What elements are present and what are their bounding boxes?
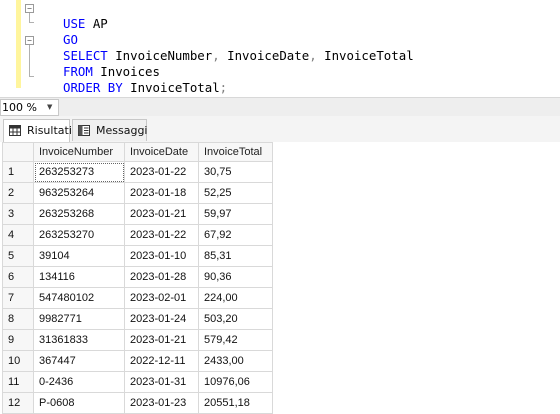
table-row: 6 134116 2023-01-28 90,36 — [2, 266, 273, 288]
tab-results[interactable]: Risultati — [3, 119, 72, 143]
table-row: 1 263253273 2023-01-22 30,75 — [2, 161, 273, 183]
results-table: InvoiceNumber InvoiceDate InvoiceTotal 1… — [2, 142, 273, 414]
cell-invoicetotal[interactable]: 2433,00 — [198, 350, 273, 372]
row-header[interactable]: 5 — [2, 245, 34, 267]
table-row: 12 P-0608 2023-01-23 20551,18 — [2, 392, 273, 414]
row-header[interactable]: 9 — [2, 329, 34, 351]
table-row: 8 9982771 2023-01-24 503,20 — [2, 308, 273, 330]
cell-invoicenumber[interactable]: 31361833 — [33, 329, 125, 351]
cell-invoicetotal[interactable]: 503,20 — [198, 308, 273, 330]
cell-invoicetotal[interactable]: 52,25 — [198, 182, 273, 204]
cell-invoicedate[interactable]: 2023-01-28 — [124, 266, 199, 288]
cell-invoicedate[interactable]: 2023-01-31 — [124, 371, 199, 393]
table-row: 9 31361833 2023-01-21 579,42 — [2, 329, 273, 351]
code-line-1: USE AP — [63, 16, 108, 31]
fold-toggle-select[interactable]: − — [25, 36, 34, 45]
grid-icon — [9, 125, 21, 136]
fold-end — [29, 22, 34, 23]
cell-invoicetotal[interactable]: 90,36 — [198, 266, 273, 288]
table-row: 7 547480102 2023-02-01 224,00 — [2, 287, 273, 309]
row-header[interactable]: 6 — [2, 266, 34, 288]
row-header[interactable]: 3 — [2, 203, 34, 225]
column-header-invoicetotal[interactable]: InvoiceTotal — [198, 142, 273, 162]
cell-invoicenumber[interactable]: 367447 — [33, 350, 125, 372]
table-row: 5 39104 2023-01-10 85,31 — [2, 245, 273, 267]
cell-invoicedate[interactable]: 2023-01-21 — [124, 329, 199, 351]
cell-invoicenumber[interactable]: 263253273 — [33, 161, 125, 183]
results-grid[interactable]: InvoiceNumber InvoiceDate InvoiceTotal 1… — [0, 142, 560, 414]
row-header[interactable]: 10 — [2, 350, 34, 372]
cell-invoicenumber[interactable]: 263253270 — [33, 224, 125, 246]
tab-results-label: Risultati — [27, 124, 72, 137]
header-row: InvoiceNumber InvoiceDate InvoiceTotal — [2, 142, 273, 162]
cell-invoicedate[interactable]: 2023-02-01 — [124, 287, 199, 309]
cell-invoicenumber[interactable]: 134116 — [33, 266, 125, 288]
results-tabbar: Risultati Messaggi — [0, 116, 560, 143]
grid-corner[interactable] — [2, 142, 34, 162]
fold-toggle-use[interactable]: − — [25, 4, 34, 13]
row-header[interactable]: 12 — [2, 392, 34, 414]
cell-invoicetotal[interactable]: 30,75 — [198, 161, 273, 183]
row-header[interactable]: 8 — [2, 308, 34, 330]
zoom-select[interactable]: 100 % ▼ — [0, 99, 59, 116]
cell-invoicetotal[interactable]: 59,97 — [198, 203, 273, 225]
cell-invoicenumber[interactable]: 9982771 — [33, 308, 125, 330]
cell-invoicedate[interactable]: 2023-01-22 — [124, 161, 199, 183]
cell-invoicetotal[interactable]: 10976,06 — [198, 371, 273, 393]
change-margin — [16, 0, 21, 88]
cell-invoicetotal[interactable]: 20551,18 — [198, 392, 273, 414]
query-editor[interactable]: − − USE AP GO SELECT InvoiceNumber, Invoic… — [0, 0, 560, 97]
cell-invoicedate[interactable]: 2023-01-24 — [124, 308, 199, 330]
fold-line — [29, 45, 30, 76]
cell-invoicenumber[interactable]: 547480102 — [33, 287, 125, 309]
cell-invoicetotal[interactable]: 85,31 — [198, 245, 273, 267]
cell-invoicenumber[interactable]: 0-2436 — [33, 371, 125, 393]
zoom-value: 100 % — [2, 101, 37, 114]
tab-messages-label: Messaggi — [96, 124, 148, 137]
cell-invoicenumber[interactable]: 39104 — [33, 245, 125, 267]
code-line-4: FROM Invoices — [63, 64, 160, 79]
messages-icon — [78, 125, 90, 136]
cell-invoicedate[interactable]: 2023-01-21 — [124, 203, 199, 225]
cell-invoicedate[interactable]: 2022-12-11 — [124, 350, 199, 372]
cell-invoicedate[interactable]: 2023-01-18 — [124, 182, 199, 204]
cell-invoicenumber[interactable]: 963253264 — [33, 182, 125, 204]
table-row: 11 0-2436 2023-01-31 10976,06 — [2, 371, 273, 393]
row-header[interactable]: 11 — [2, 371, 34, 393]
cell-invoicenumber[interactable]: 263253268 — [33, 203, 125, 225]
cell-invoicetotal[interactable]: 67,92 — [198, 224, 273, 246]
table-row: 3 263253268 2023-01-21 59,97 — [2, 203, 273, 225]
table-row: 10 367447 2022-12-11 2433,00 — [2, 350, 273, 372]
row-header[interactable]: 7 — [2, 287, 34, 309]
row-header[interactable]: 2 — [2, 182, 34, 204]
table-row: 2 963253264 2023-01-18 52,25 — [2, 182, 273, 204]
cell-invoicedate[interactable]: 2023-01-10 — [124, 245, 199, 267]
row-header[interactable]: 1 — [2, 161, 34, 183]
editor-status-strip: 100 % ▼ — [0, 97, 560, 117]
column-header-invoicedate[interactable]: InvoiceDate — [124, 142, 199, 162]
cell-invoicetotal[interactable]: 224,00 — [198, 287, 273, 309]
table-row: 4 263253270 2023-01-22 67,92 — [2, 224, 273, 246]
code-line-3: SELECT InvoiceNumber, InvoiceDate, Invoi… — [63, 48, 414, 63]
cell-invoicedate[interactable]: 2023-01-23 — [124, 392, 199, 414]
cell-invoicetotal[interactable]: 579,42 — [198, 329, 273, 351]
column-header-invoicenumber[interactable]: InvoiceNumber — [33, 142, 125, 162]
cell-invoicenumber[interactable]: P-0608 — [33, 392, 125, 414]
code-line-5: ORDER BY InvoiceTotal; — [63, 80, 228, 95]
row-header[interactable]: 4 — [2, 224, 34, 246]
code-line-2: GO — [63, 32, 78, 47]
tab-messages[interactable]: Messaggi — [72, 119, 147, 141]
dropdown-arrow-icon[interactable]: ▼ — [47, 100, 52, 115]
cell-invoicedate[interactable]: 2023-01-22 — [124, 224, 199, 246]
fold-end — [29, 76, 34, 77]
